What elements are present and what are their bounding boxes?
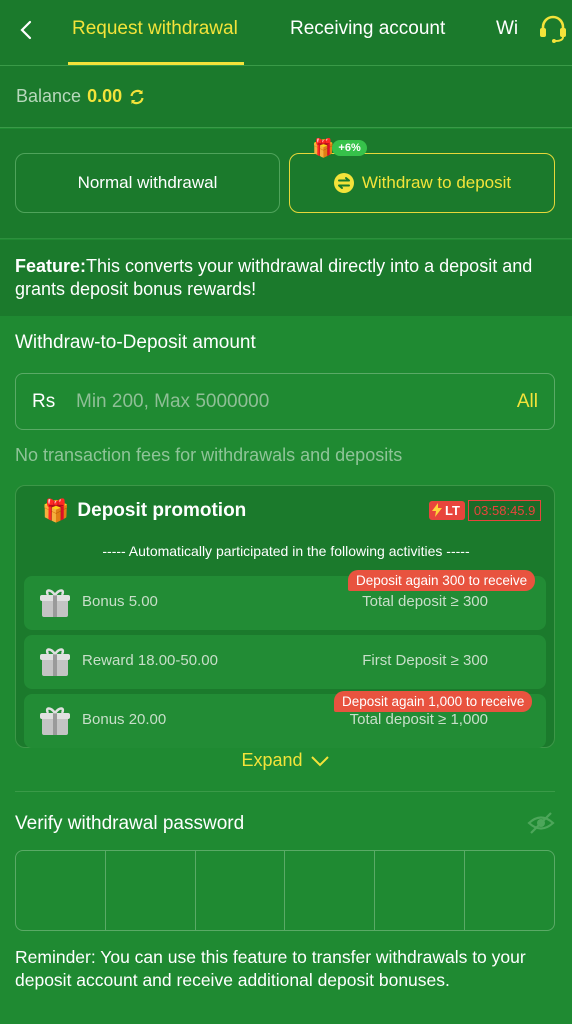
password-input[interactable] — [15, 850, 555, 931]
password-digit-box[interactable] — [196, 851, 286, 930]
tab-request-withdrawal[interactable]: Request withdrawal — [72, 0, 238, 66]
gift-box-icon — [38, 586, 72, 625]
countdown-timer: 03:58:45.9 — [467, 499, 542, 521]
promotion-timer: LT 03:58:45.9 — [429, 498, 542, 522]
promotion-title: 🎁 Deposit promotion — [42, 496, 246, 526]
promotion-item-tag: Deposit again 1,000 to receive — [334, 691, 533, 712]
limited-time-label: LT — [445, 502, 460, 518]
password-digit-box[interactable] — [465, 851, 554, 930]
withdrawal-mode-selector: Normal withdrawal Withdraw to deposit 🎁 … — [0, 129, 572, 239]
promotion-item: Reward 18.00-50.00 First Deposit ≥ 300 — [24, 635, 546, 689]
feature-title: Feature: — [15, 256, 87, 276]
amount-input-container: Rs All — [15, 373, 555, 430]
password-digit-box[interactable] — [16, 851, 106, 930]
divider — [15, 791, 555, 792]
feature-text: This converts your withdrawal directly i… — [15, 256, 533, 299]
tab-withdrawal-records[interactable]: Wi — [496, 0, 518, 66]
currency-symbol: Rs — [32, 390, 56, 412]
promotion-item-condition: Total deposit ≥ 1,000 — [349, 711, 488, 728]
reminder-text: Reminder: You can use this feature to tr… — [15, 947, 526, 990]
chevron-down-icon — [310, 755, 329, 766]
gift-box-icon — [38, 645, 72, 684]
password-digit-box[interactable] — [375, 851, 466, 930]
withdraw-to-deposit-label: Withdraw to deposit — [361, 173, 512, 192]
headset-icon[interactable] — [536, 12, 570, 46]
deposit-promotion-card: 🎁 Deposit promotion LT 03:58:45.9 ----- … — [15, 485, 555, 748]
swap-icon — [333, 172, 355, 194]
password-label: Verify withdrawal password — [15, 813, 245, 834]
password-digit-box[interactable] — [285, 851, 376, 930]
normal-withdrawal-button[interactable]: Normal withdrawal — [15, 153, 280, 213]
header: Request withdrawal Receiving account Wi — [0, 0, 572, 66]
promotion-item-name: Bonus 5.00 — [82, 593, 158, 610]
gift-icon: 🎁 — [42, 498, 70, 523]
lightning-icon — [432, 503, 442, 517]
gift-box-icon — [38, 704, 72, 743]
feature-description: Feature:This converts your withdrawal di… — [0, 240, 572, 316]
refresh-icon[interactable] — [128, 88, 146, 106]
promotion-title-text: Deposit promotion — [77, 500, 247, 521]
promotion-subtitle: ----- Automatically participated in the … — [102, 543, 470, 559]
promotion-item-tag: Deposit again 300 to receive — [348, 570, 536, 591]
withdraw-to-deposit-button[interactable]: Withdraw to deposit — [289, 153, 555, 213]
promotion-item-condition: Total deposit ≥ 300 — [362, 593, 488, 610]
all-amount-button[interactable]: All — [517, 391, 538, 413]
gift-icon: 🎁 — [312, 138, 335, 158]
expand-label: Expand — [241, 750, 303, 770]
promotion-item-name: Bonus 20.00 — [82, 711, 167, 728]
back-icon[interactable] — [12, 16, 40, 44]
promotion-item-name: Reward 18.00-50.00 — [82, 652, 218, 669]
tab-receiving-account[interactable]: Receiving account — [290, 0, 445, 66]
amount-label: Withdraw-to-Deposit amount — [15, 332, 256, 353]
fee-note: No transaction fees for withdrawals and … — [15, 445, 403, 465]
eye-hidden-icon[interactable] — [526, 810, 556, 841]
limited-time-badge: LT — [429, 500, 465, 520]
promotion-item-condition: First Deposit ≥ 300 — [362, 652, 488, 669]
bonus-badge: 🎁 +6% — [312, 137, 367, 159]
password-digit-box[interactable] — [106, 851, 196, 930]
balance-row: Balance 0.00 — [0, 66, 572, 128]
balance-label: Balance — [16, 86, 82, 106]
balance-value: 0.00 — [87, 86, 123, 106]
amount-input[interactable] — [76, 390, 517, 413]
bonus-percent: +6% — [332, 140, 367, 156]
expand-button[interactable]: Expand — [0, 750, 572, 771]
active-tab-indicator — [68, 62, 244, 65]
